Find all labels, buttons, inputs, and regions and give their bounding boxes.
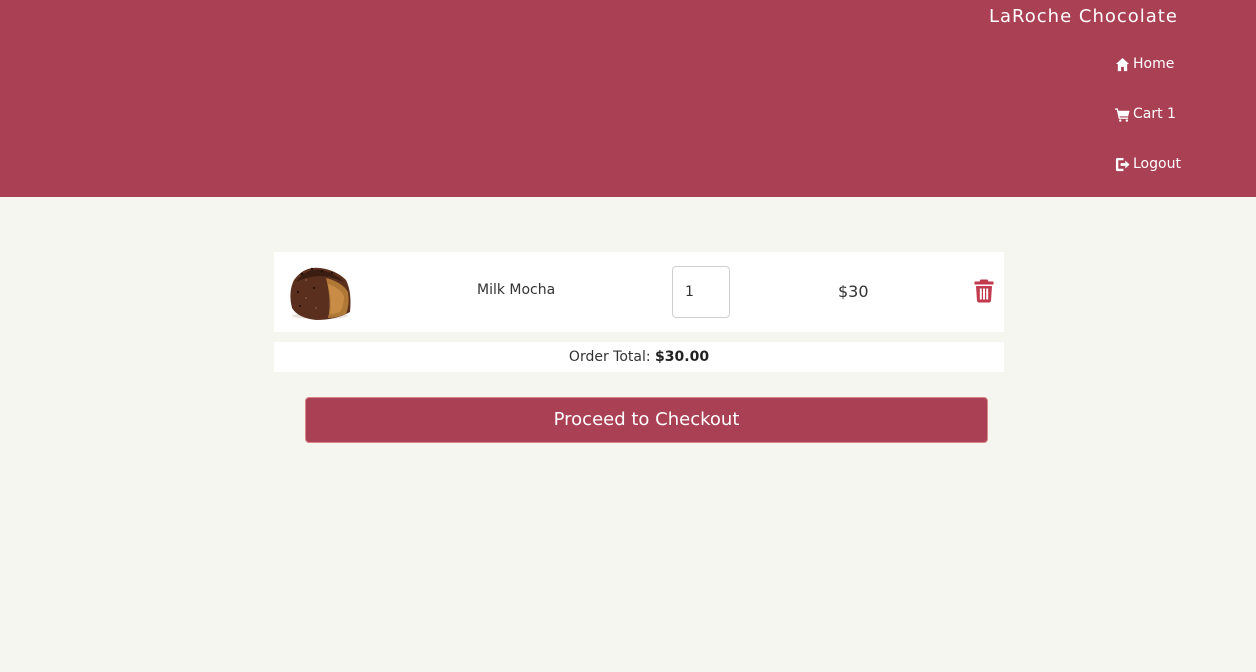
nav-home-link[interactable]: Home [1115, 56, 1174, 72]
nav-cart-link[interactable]: Cart 1 [1115, 106, 1176, 122]
remove-item-button[interactable] [974, 279, 994, 303]
product-name: Milk Mocha [477, 282, 556, 298]
order-total-label: Order Total: [568, 349, 651, 365]
nav-logout-label: Logout [1133, 156, 1181, 172]
proceed-to-checkout-button[interactable]: Proceed to Checkout [305, 397, 988, 443]
logout-icon [1115, 157, 1130, 171]
home-icon [1115, 57, 1130, 71]
nav-logout-link[interactable]: Logout [1115, 156, 1181, 172]
order-total-bar: Order Total: $30.00 [274, 342, 1004, 372]
product-image[interactable] [286, 262, 354, 322]
trash-icon [974, 279, 994, 303]
nav-cart-label: Cart 1 [1133, 106, 1176, 122]
cart-icon [1115, 107, 1130, 122]
cart-item-row: Milk Mocha $30 [274, 252, 1004, 332]
brand-title[interactable]: LaRoche Chocolate [989, 6, 1178, 27]
nav-home-label: Home [1133, 56, 1175, 72]
site-header: LaRoche Chocolate Home Cart 1 Logout [0, 0, 1256, 197]
product-price: $30 [838, 282, 869, 301]
order-total-amount: $30.00 [655, 349, 710, 365]
quantity-input[interactable] [672, 266, 730, 318]
